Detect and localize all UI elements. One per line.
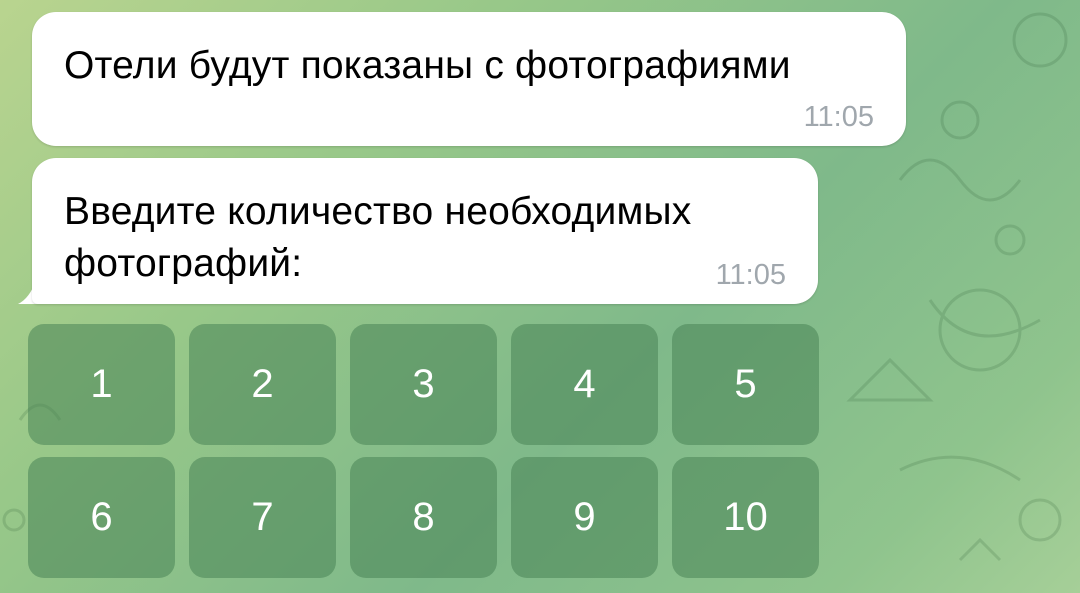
message-time: 11:05 — [715, 259, 786, 291]
keyboard-button-8[interactable]: 8 — [350, 457, 497, 578]
keyboard-button-10[interactable]: 10 — [672, 457, 819, 578]
message-text-line: Введите количество необходимых — [64, 190, 692, 233]
keyboard-button-5[interactable]: 5 — [672, 324, 819, 445]
message-text: Введите количество необходимых фотографи… — [64, 186, 691, 290]
message-time: 11:05 — [803, 101, 874, 133]
message-bubble: Введите количество необходимых фотографи… — [32, 158, 818, 304]
keyboard-button-3[interactable]: 3 — [350, 324, 497, 445]
message-text: Отели будут показаны с фотографиями — [64, 44, 791, 87]
keyboard-button-4[interactable]: 4 — [511, 324, 658, 445]
message-text-line: фотографий: — [64, 242, 303, 285]
inline-keyboard: 1 2 3 4 5 6 7 8 9 10 — [28, 324, 821, 578]
keyboard-button-1[interactable]: 1 — [28, 324, 175, 445]
keyboard-button-9[interactable]: 9 — [511, 457, 658, 578]
message-bubble: Отели будут показаны с фотографиями 11:0… — [32, 12, 906, 146]
keyboard-button-6[interactable]: 6 — [28, 457, 175, 578]
keyboard-button-7[interactable]: 7 — [189, 457, 336, 578]
keyboard-button-2[interactable]: 2 — [189, 324, 336, 445]
chat-area: Отели будут показаны с фотографиями 11:0… — [0, 0, 1080, 593]
